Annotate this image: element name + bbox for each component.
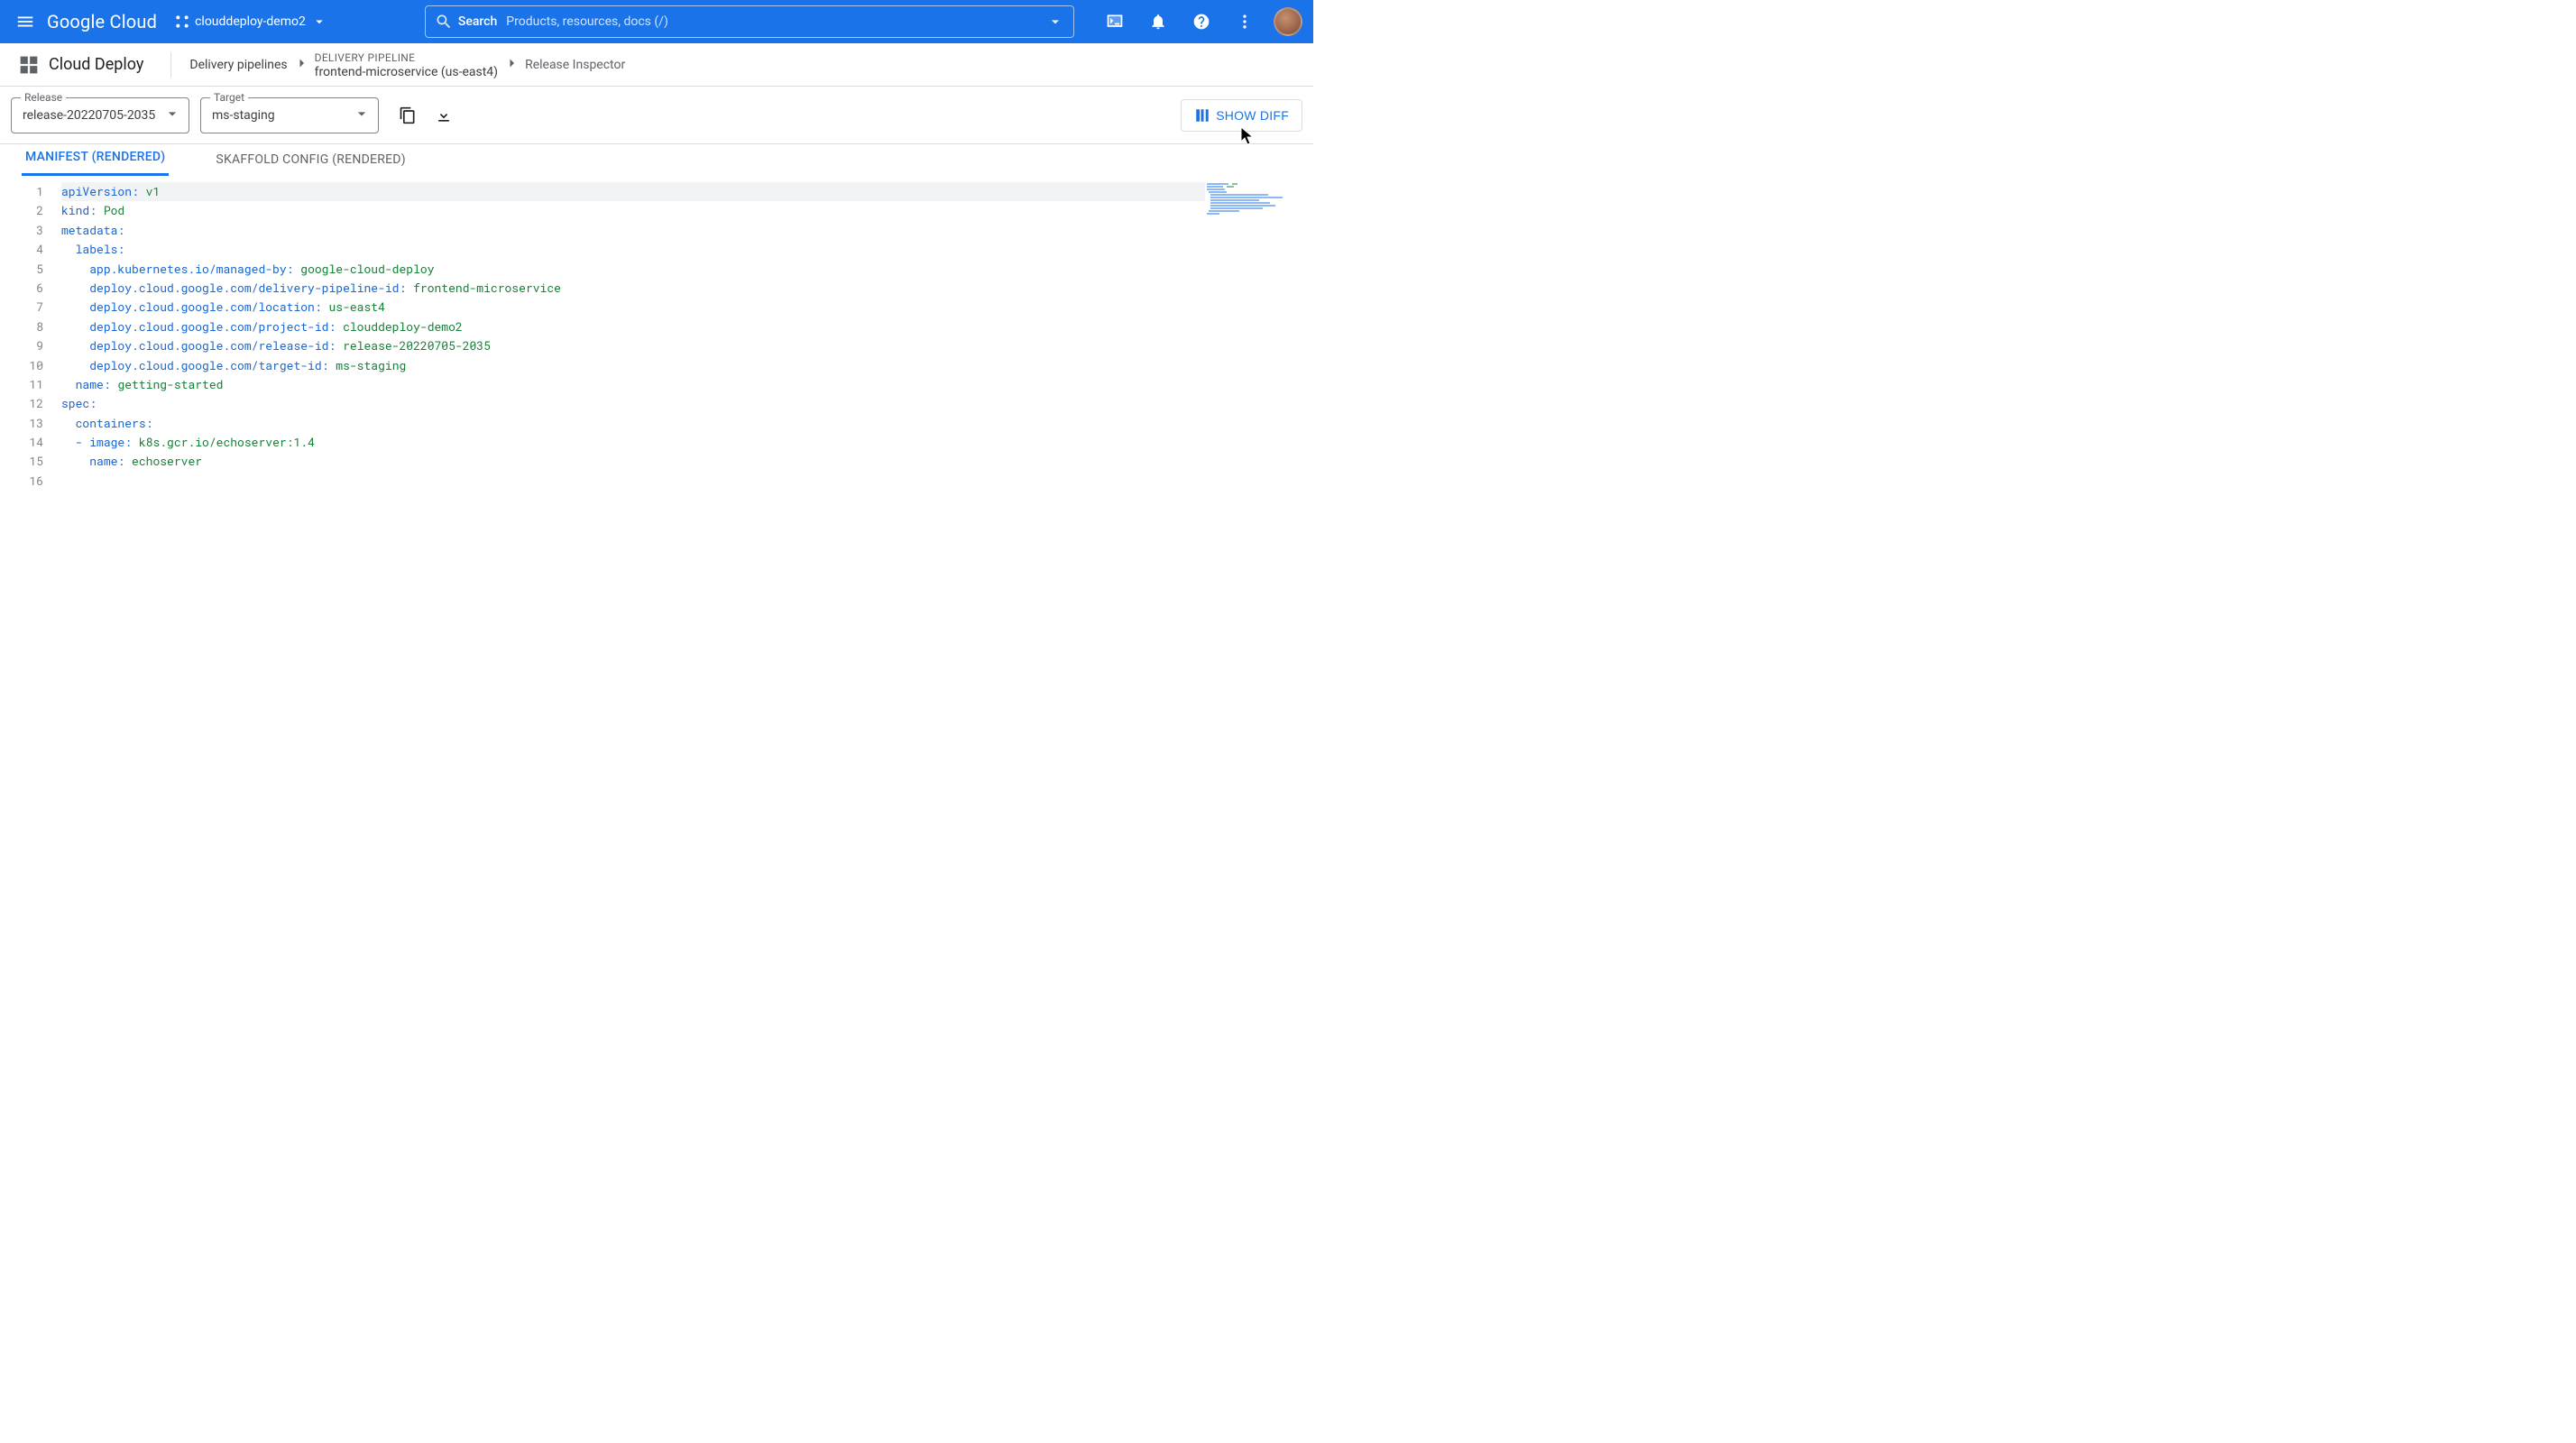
search-icon: [435, 13, 453, 31]
code-line: deploy.cloud.google.com/release-id: rele…: [61, 336, 1205, 355]
breadcrumb-bar: Cloud Deploy Delivery pipelines DELIVERY…: [0, 43, 1313, 87]
show-diff-label: SHOW DIFF: [1216, 108, 1289, 123]
code-line: deploy.cloud.google.com/delivery-pipelin…: [61, 279, 1205, 298]
project-name: clouddeploy-demo2: [195, 14, 306, 29]
global-search[interactable]: Search Products, resources, docs (/): [425, 5, 1074, 38]
line-number: 2: [0, 201, 43, 220]
divider: [170, 52, 171, 78]
project-picker[interactable]: clouddeploy-demo2: [168, 10, 335, 33]
line-number: 5: [0, 260, 43, 279]
tabs: MANIFEST (RENDERED) SKAFFOLD CONFIG (REN…: [0, 144, 1313, 177]
chevron-right-icon: [293, 55, 309, 75]
more-vert-icon[interactable]: [1223, 0, 1266, 43]
breadcrumb-pipeline-detail[interactable]: DELIVERY PIPELINE frontend-microservice …: [315, 51, 498, 79]
minimap[interactable]: [1205, 177, 1313, 736]
code-line: metadata:: [61, 221, 1205, 240]
line-number: 12: [0, 394, 43, 413]
notifications-icon[interactable]: [1136, 0, 1180, 43]
line-number-gutter: 12345678910111213141516: [0, 177, 51, 736]
tab-manifest[interactable]: MANIFEST (RENDERED): [22, 150, 169, 176]
code-line: deploy.cloud.google.com/location: us-eas…: [61, 298, 1205, 317]
code-line: kind: Pod: [61, 201, 1205, 220]
code-line: containers:: [61, 414, 1205, 433]
product-name: Cloud Deploy: [49, 55, 143, 74]
breadcrumb-pipelines[interactable]: Delivery pipelines: [189, 58, 287, 72]
hamburger-menu-icon[interactable]: [4, 0, 47, 43]
release-select[interactable]: Release release-20220705-2035: [11, 97, 189, 133]
line-number: 13: [0, 414, 43, 433]
line-number: 11: [0, 375, 43, 394]
cloud-shell-icon[interactable]: [1093, 0, 1136, 43]
chevron-down-icon: [311, 14, 327, 30]
target-select-label: Target: [210, 91, 248, 104]
code-line: app.kubernetes.io/managed-by: google-clo…: [61, 260, 1205, 279]
project-icon: [175, 14, 189, 29]
release-select-value: release-20220705-2035: [23, 108, 155, 123]
line-number: 10: [0, 356, 43, 375]
code-line: - image: k8s.gcr.io/echoserver:1.4: [61, 433, 1205, 452]
logo-text: Google Cloud: [47, 11, 157, 32]
release-select-label: Release: [21, 91, 66, 104]
search-label: Search: [458, 14, 497, 29]
chevron-down-icon: [353, 105, 371, 126]
tab-skaffold[interactable]: SKAFFOLD CONFIG (RENDERED): [212, 152, 409, 176]
line-number: 15: [0, 452, 43, 471]
help-icon[interactable]: [1180, 0, 1223, 43]
target-select[interactable]: Target ms-staging: [200, 97, 379, 133]
line-number: 4: [0, 240, 43, 259]
code-line: name: echoserver: [61, 452, 1205, 471]
code-line: spec:: [61, 394, 1205, 413]
breadcrumb-current: Release Inspector: [525, 58, 625, 72]
search-placeholder: Products, resources, docs (/): [506, 14, 1046, 29]
line-number: 9: [0, 336, 43, 355]
code-viewer: 12345678910111213141516 apiVersion: v1ki…: [0, 177, 1313, 736]
line-number: 16: [0, 472, 43, 491]
download-button[interactable]: [426, 97, 462, 133]
code-line: deploy.cloud.google.com/target-id: ms-st…: [61, 356, 1205, 375]
code-line: labels:: [61, 240, 1205, 259]
chevron-down-icon: [163, 105, 181, 126]
show-diff-button[interactable]: SHOW DIFF: [1181, 99, 1302, 132]
code-content[interactable]: apiVersion: v1kind: Podmetadata: labels:…: [51, 177, 1205, 736]
code-line: name: getting-started: [61, 375, 1205, 394]
line-number: 7: [0, 298, 43, 317]
breadcrumb-underline: frontend-microservice (us-east4): [315, 65, 498, 79]
line-number: 8: [0, 317, 43, 336]
code-line: apiVersion: v1: [61, 182, 1205, 201]
app-bar: Google Cloud clouddeploy-demo2 Search Pr…: [0, 0, 1313, 43]
code-line: [61, 472, 1205, 491]
chevron-right-icon: [503, 55, 520, 75]
google-cloud-logo[interactable]: Google Cloud: [47, 11, 157, 32]
cloud-deploy-icon: [11, 47, 47, 83]
line-number: 14: [0, 433, 43, 452]
code-line: deploy.cloud.google.com/project-id: clou…: [61, 317, 1205, 336]
actions-bar: Release release-20220705-2035 Target ms-…: [0, 87, 1313, 144]
copy-button[interactable]: [390, 97, 426, 133]
account-avatar[interactable]: [1274, 7, 1302, 36]
chevron-down-icon: [1046, 13, 1064, 31]
target-select-value: ms-staging: [212, 108, 275, 123]
breadcrumb-overline: DELIVERY PIPELINE: [315, 51, 498, 65]
line-number: 1: [0, 182, 43, 201]
columns-icon: [1194, 107, 1210, 124]
line-number: 3: [0, 221, 43, 240]
line-number: 6: [0, 279, 43, 298]
